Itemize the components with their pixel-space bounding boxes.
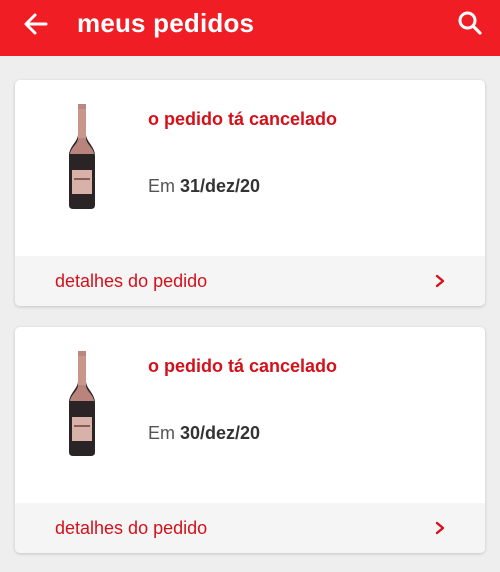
order-date: 30/dez/20 <box>180 423 261 443</box>
arrow-left-icon <box>24 13 48 35</box>
back-button[interactable] <box>22 10 50 38</box>
order-date-row: Em 31/dez/20 <box>148 176 260 197</box>
date-prefix: Em <box>148 176 175 196</box>
order-card-body: o pedido tá cancelado Em 31/dez/20 <box>15 80 485 256</box>
wine-bottle-image <box>69 104 95 209</box>
order-date-row: Em 30/dez/20 <box>148 423 260 444</box>
search-button[interactable] <box>456 9 484 37</box>
wine-bottle-image <box>69 351 95 456</box>
order-status: o pedido tá cancelado <box>148 109 338 129</box>
order-details-link[interactable]: detalhes do pedido <box>15 256 485 306</box>
date-prefix: Em <box>148 423 175 443</box>
chevron-right-icon <box>433 521 447 535</box>
order-date: 31/dez/20 <box>180 176 261 196</box>
search-icon <box>458 11 482 35</box>
order-details-link[interactable]: detalhes do pedido <box>15 503 485 553</box>
page-title: meus pedidos <box>77 8 255 38</box>
order-status: o pedido tá cancelado <box>148 356 338 376</box>
order-card-body: o pedido tá cancelado Em 30/dez/20 <box>15 327 485 503</box>
app-bar: meus pedidos <box>0 0 500 56</box>
order-details-label: detalhes do pedido <box>55 270 208 291</box>
order-card: o pedido tá cancelado Em 30/dez/20 detal… <box>15 327 485 553</box>
order-card: o pedido tá cancelado Em 31/dez/20 detal… <box>15 80 485 306</box>
chevron-right-icon <box>433 274 447 288</box>
order-details-label: detalhes do pedido <box>55 517 208 538</box>
